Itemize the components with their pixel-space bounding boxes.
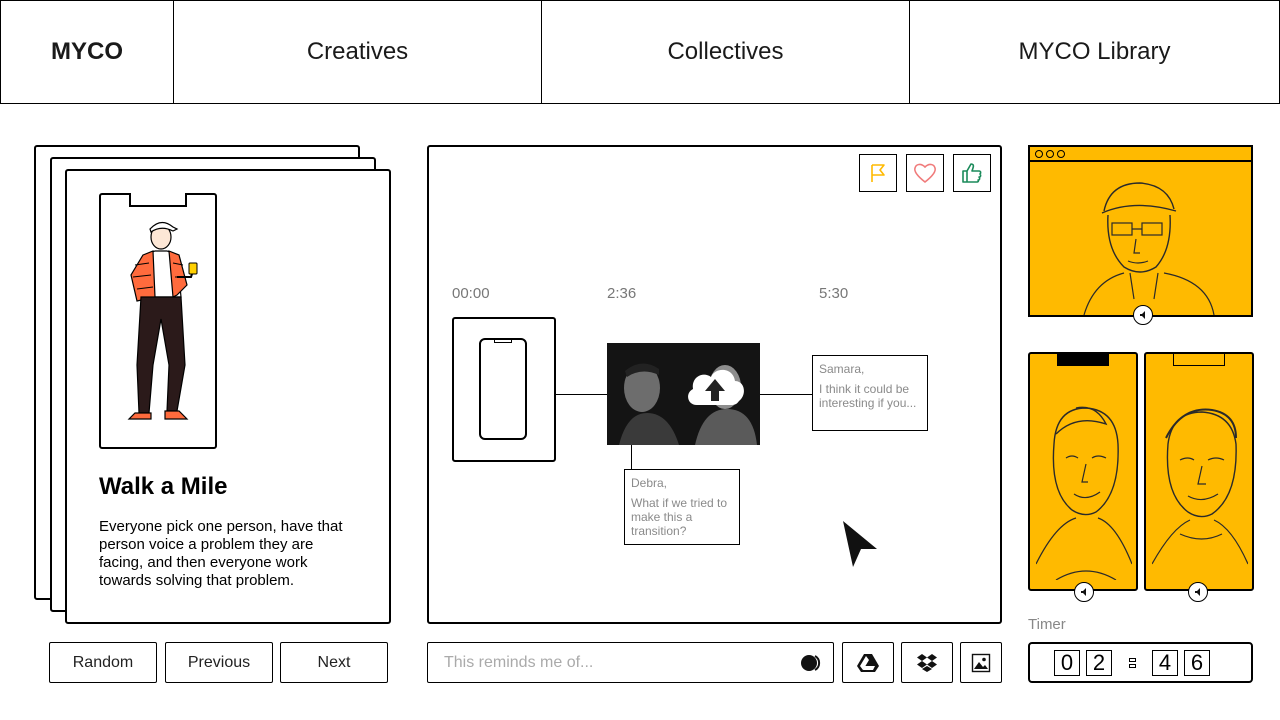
participant-sketch: [1036, 406, 1132, 580]
timer-digit: 6: [1184, 649, 1210, 676]
dropbox-button[interactable]: [901, 642, 953, 683]
connector: [631, 445, 632, 471]
note-author: Samara,: [819, 362, 865, 376]
comment-input[interactable]: [442, 652, 799, 673]
google-drive-icon: [857, 653, 879, 672]
record-toggle-icon[interactable]: [799, 653, 825, 673]
participant-sketch: [1152, 408, 1248, 565]
timer-digit: 0: [1054, 649, 1080, 676]
timeline-clip-video[interactable]: [607, 343, 760, 445]
time-marker-1: 2:36: [607, 285, 637, 302]
speaker-icon: [1081, 588, 1086, 596]
nav-tab-collectives[interactable]: Collectives: [542, 1, 910, 103]
person-illustration: [127, 221, 198, 420]
activity-card: Walk a Mile Everyone pick one person, ha…: [65, 169, 391, 624]
phone-icon: [479, 338, 527, 440]
time-marker-0: 00:00: [452, 285, 490, 302]
mute-button-left[interactable]: [1074, 582, 1094, 602]
image-icon: [971, 653, 991, 672]
top-nav: MYCO Creatives Collectives MYCO Library: [0, 0, 1280, 104]
logo[interactable]: MYCO: [1, 1, 174, 103]
note-debra[interactable]: Debra, What if we tried to make this a t…: [624, 469, 740, 545]
connector: [760, 394, 812, 395]
window-bar: [1030, 147, 1251, 162]
timeline-clip-phone[interactable]: [452, 317, 556, 462]
random-button[interactable]: Random: [49, 642, 157, 683]
image-upload-button[interactable]: [960, 642, 1002, 683]
phone-notch: [494, 339, 512, 343]
cloud-upload-icon: [688, 369, 744, 405]
connector: [556, 394, 610, 395]
speaker-icon: [1195, 588, 1200, 596]
phone-frame: [99, 193, 217, 449]
previous-button[interactable]: Previous: [165, 642, 273, 683]
video-tile-main[interactable]: [1028, 145, 1253, 317]
phone-notch: [1173, 354, 1225, 366]
timeline-board[interactable]: 00:00 2:36 5:30 Samara, I think it could…: [427, 145, 1002, 624]
flag-button[interactable]: [859, 154, 897, 192]
card-title: Walk a Mile: [99, 473, 228, 500]
speaker-icon: [1140, 311, 1145, 319]
note-text: What if we tried to make this a transiti…: [631, 496, 728, 538]
note-text: I think it could be interesting if you..…: [819, 382, 917, 410]
nav-tab-creatives[interactable]: Creatives: [174, 1, 542, 103]
participant-sketch: [1083, 182, 1215, 315]
timer-separator: [1118, 657, 1146, 668]
google-drive-button[interactable]: [842, 642, 894, 683]
mute-button-main[interactable]: [1133, 305, 1153, 325]
video-tile-right[interactable]: [1144, 352, 1254, 591]
timer: 0 2 4 6: [1028, 642, 1253, 683]
flag-icon: [871, 164, 885, 182]
nav-tab-library[interactable]: MYCO Library: [910, 1, 1279, 103]
phone-notch: [129, 193, 187, 207]
mute-button-right[interactable]: [1188, 582, 1208, 602]
window-dot-icon: [1046, 149, 1054, 158]
dropbox-icon: [917, 653, 937, 672]
card-description: Everyone pick one person, have that pers…: [99, 518, 343, 589]
time-marker-2: 5:30: [819, 285, 849, 302]
heart-icon: [913, 163, 937, 184]
timer-digit: 4: [1152, 649, 1178, 676]
timer-label: Timer: [1028, 616, 1066, 633]
note-author: Debra,: [631, 476, 668, 490]
cursor-icon: [843, 521, 877, 567]
heart-button[interactable]: [906, 154, 944, 192]
window-dot-icon: [1035, 149, 1043, 158]
comment-box[interactable]: [427, 642, 834, 683]
thumbs-up-icon: [962, 163, 982, 183]
phone-notch: [1057, 354, 1109, 366]
timer-digit: 2: [1086, 649, 1112, 676]
note-samara[interactable]: Samara, I think it could be interesting …: [812, 355, 928, 431]
thumbs-up-button[interactable]: [953, 154, 991, 192]
window-dot-icon: [1057, 149, 1065, 158]
video-tile-left[interactable]: [1028, 352, 1138, 591]
next-button[interactable]: Next: [280, 642, 388, 683]
